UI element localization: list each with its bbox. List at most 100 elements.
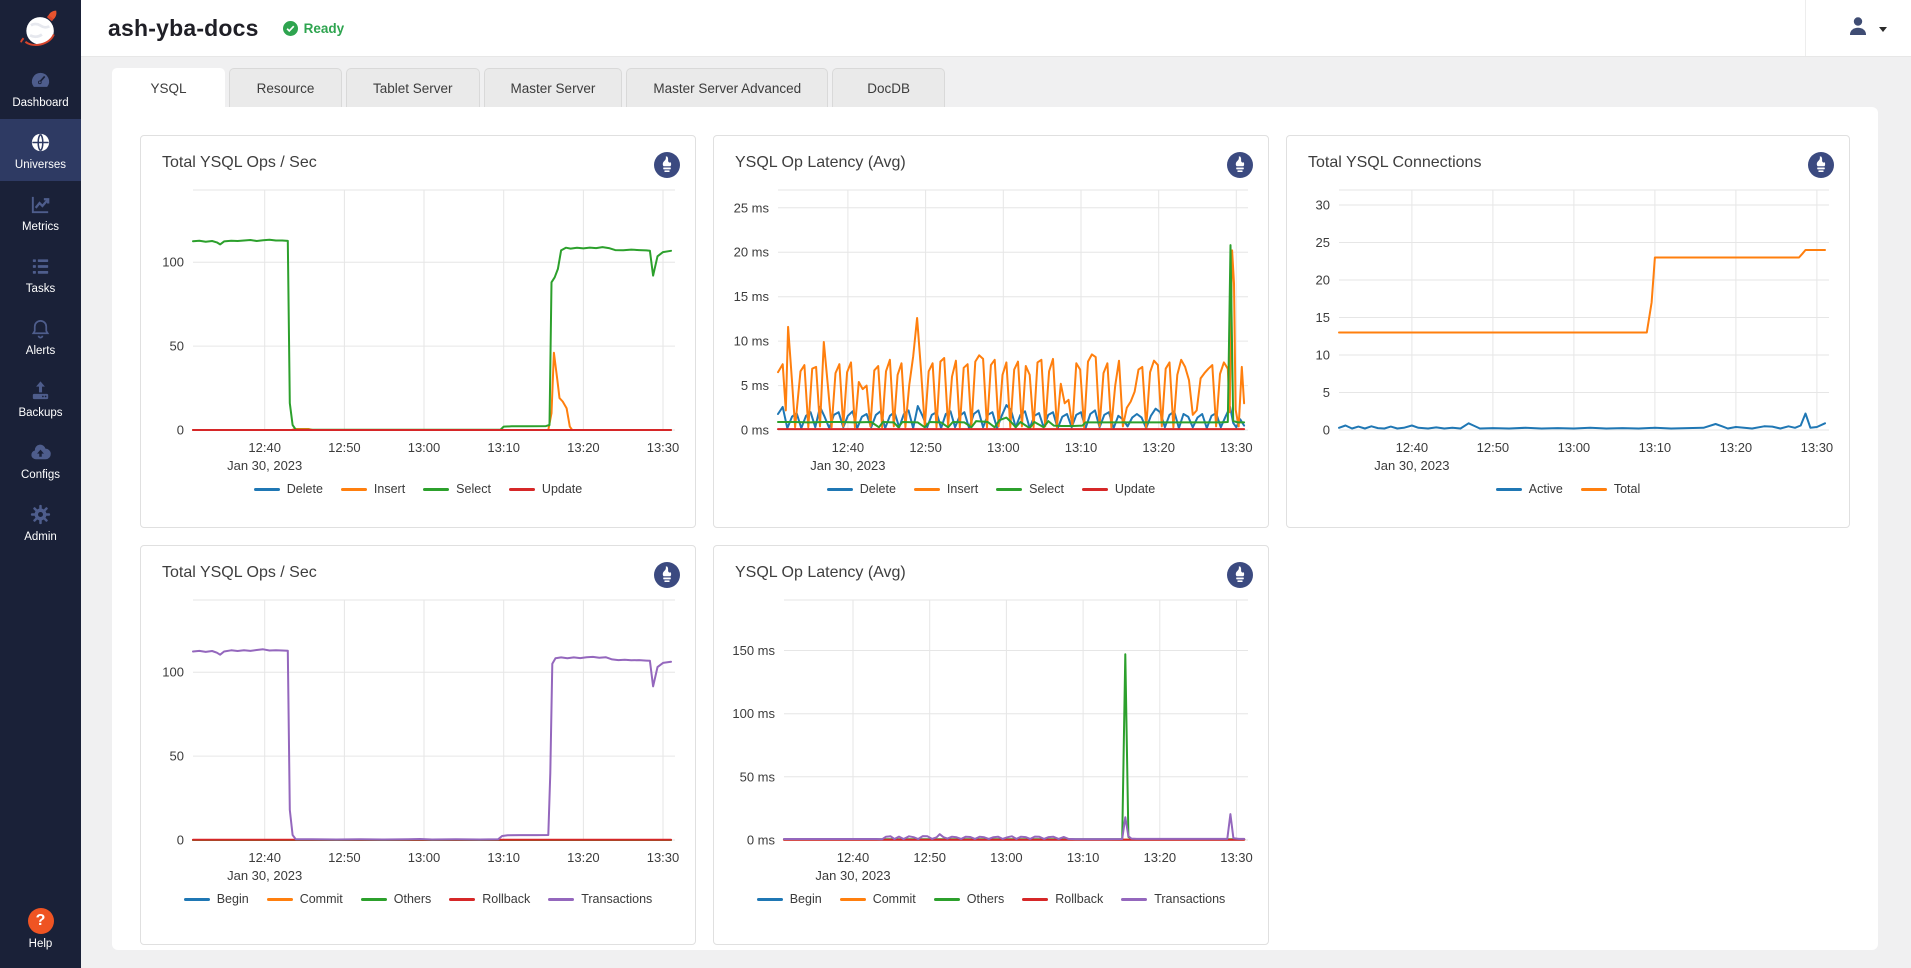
connections-chart-plot[interactable]: 12:4012:5013:0013:1013:2013:30Jan 30, 20… [1293, 180, 1841, 482]
sidebar-item-label: Backups [18, 407, 62, 419]
chart-title: Total YSQL Connections [1308, 154, 1481, 172]
user-icon [1846, 14, 1870, 43]
svg-text:12:40: 12:40 [837, 850, 870, 865]
chart-legend: Active Total [1287, 482, 1849, 496]
sidebar-item-label: Help [29, 938, 53, 950]
ops-total-chart-plot[interactable]: 12:4012:5013:0013:1013:2013:30Jan 30, 20… [147, 180, 687, 482]
legend-item-insert[interactable]: Insert [341, 482, 405, 496]
content-area: YSQL Resource Tablet Server Master Serve… [81, 57, 1911, 968]
svg-text:Jan 30, 2023: Jan 30, 2023 [815, 868, 890, 883]
svg-text:0: 0 [177, 423, 184, 438]
legend-label: Others [967, 892, 1005, 906]
svg-text:12:50: 12:50 [1477, 440, 1510, 455]
legend-item-update[interactable]: Update [509, 482, 582, 496]
legend-swatch [827, 488, 853, 491]
svg-text:5: 5 [1323, 385, 1330, 400]
svg-text:13:20: 13:20 [1142, 440, 1175, 455]
sidebar-item-tasks[interactable]: Tasks [0, 243, 81, 305]
legend-item-others[interactable]: Others [934, 892, 1005, 906]
chart-title: YSQL Op Latency (Avg) [735, 154, 906, 172]
sidebar-item-backups[interactable]: Backups [0, 367, 81, 429]
tab-resource[interactable]: Resource [229, 68, 342, 107]
legend-item-others[interactable]: Others [361, 892, 432, 906]
svg-text:13:30: 13:30 [1220, 440, 1253, 455]
svg-text:13:30: 13:30 [647, 850, 680, 865]
legend-item-select[interactable]: Select [423, 482, 491, 496]
prometheus-icon[interactable] [654, 562, 680, 588]
chart-title: YSQL Op Latency (Avg) [735, 564, 906, 582]
user-menu[interactable] [1805, 0, 1887, 56]
svg-text:13:20: 13:20 [1144, 850, 1177, 865]
prometheus-icon[interactable] [1227, 562, 1253, 588]
op-latency-chart-plot[interactable]: 12:4012:5013:0013:1013:2013:30Jan 30, 20… [720, 180, 1260, 482]
tab-ysql[interactable]: YSQL [112, 68, 225, 107]
svg-text:13:10: 13:10 [1065, 440, 1098, 455]
legend-item-rollback[interactable]: Rollback [449, 892, 530, 906]
tab-master-server[interactable]: Master Server [484, 68, 623, 107]
prometheus-icon[interactable] [1227, 152, 1253, 178]
legend-label: Rollback [1055, 892, 1103, 906]
chart-card-txn-ops: Total YSQL Ops / Sec 12:4012:5013:0013:1… [140, 545, 696, 945]
sidebar-item-alerts[interactable]: Alerts [0, 305, 81, 367]
svg-text:13:10: 13:10 [487, 440, 520, 455]
sidebar-item-universes[interactable]: Universes [0, 119, 81, 181]
legend-label: Delete [287, 482, 323, 496]
sidebar-item-label: Admin [24, 531, 57, 543]
tab-tablet-server[interactable]: Tablet Server [346, 68, 480, 107]
svg-text:100: 100 [162, 665, 184, 680]
sidebar-nav: Dashboard Universes Metrics Tasks Alerts [0, 57, 81, 553]
sidebar-item-help[interactable]: ? Help [0, 898, 81, 968]
sidebar-item-configs[interactable]: Configs [0, 429, 81, 491]
sidebar-item-metrics[interactable]: Metrics [0, 181, 81, 243]
svg-text:13:00: 13:00 [1558, 440, 1591, 455]
svg-text:13:30: 13:30 [647, 440, 680, 455]
tab-docdb[interactable]: DocDB [832, 68, 945, 107]
sidebar-item-admin[interactable]: Admin [0, 491, 81, 553]
upload-drive-icon [29, 378, 52, 402]
legend-item-update[interactable]: Update [1082, 482, 1155, 496]
tab-master-server-advanced[interactable]: Master Server Advanced [626, 68, 828, 107]
chart-title: Total YSQL Ops / Sec [162, 154, 317, 172]
legend-swatch [548, 898, 574, 901]
txn-ops-chart-plot[interactable]: 12:4012:5013:0013:1013:2013:30Jan 30, 20… [147, 590, 687, 892]
svg-text:0: 0 [1323, 423, 1330, 438]
legend-item-insert[interactable]: Insert [914, 482, 978, 496]
sidebar-item-dashboard[interactable]: Dashboard [0, 57, 81, 119]
legend-label: Transactions [1154, 892, 1225, 906]
svg-text:12:50: 12:50 [328, 440, 361, 455]
metrics-tabs: YSQL Resource Tablet Server Master Serve… [112, 68, 1878, 107]
sidebar-item-label: Configs [21, 469, 60, 481]
svg-text:13:00: 13:00 [990, 850, 1023, 865]
legend-item-transactions[interactable]: Transactions [1121, 892, 1225, 906]
legend-item-active[interactable]: Active [1496, 482, 1563, 496]
svg-text:13:00: 13:00 [408, 850, 441, 865]
legend-label: Insert [374, 482, 405, 496]
legend-swatch [1022, 898, 1048, 901]
legend-item-delete[interactable]: Delete [827, 482, 896, 496]
svg-text:10 ms: 10 ms [734, 334, 770, 349]
top-header: ash-yba-docs Ready [81, 0, 1911, 57]
legend-item-total[interactable]: Total [1581, 482, 1640, 496]
legend-label: Begin [217, 892, 249, 906]
gauge-icon [29, 68, 52, 92]
legend-item-rollback[interactable]: Rollback [1022, 892, 1103, 906]
txn-latency-chart-plot[interactable]: 12:4012:5013:0013:1013:2013:30Jan 30, 20… [720, 590, 1260, 892]
legend-item-commit[interactable]: Commit [840, 892, 916, 906]
legend-item-transactions[interactable]: Transactions [548, 892, 652, 906]
prometheus-icon[interactable] [1808, 152, 1834, 178]
legend-item-begin[interactable]: Begin [184, 892, 249, 906]
legend-item-commit[interactable]: Commit [267, 892, 343, 906]
svg-text:Jan 30, 2023: Jan 30, 2023 [227, 458, 302, 473]
svg-text:12:40: 12:40 [248, 440, 281, 455]
legend-item-begin[interactable]: Begin [757, 892, 822, 906]
legend-label: Delete [860, 482, 896, 496]
sidebar-item-label: Universes [15, 159, 66, 171]
svg-text:13:00: 13:00 [408, 440, 441, 455]
svg-text:13:30: 13:30 [1220, 850, 1253, 865]
legend-item-select[interactable]: Select [996, 482, 1064, 496]
legend-swatch [254, 488, 280, 491]
prometheus-icon[interactable] [654, 152, 680, 178]
svg-text:13:10: 13:10 [1639, 440, 1672, 455]
yugabyte-logo-icon[interactable] [0, 0, 81, 57]
legend-item-delete[interactable]: Delete [254, 482, 323, 496]
